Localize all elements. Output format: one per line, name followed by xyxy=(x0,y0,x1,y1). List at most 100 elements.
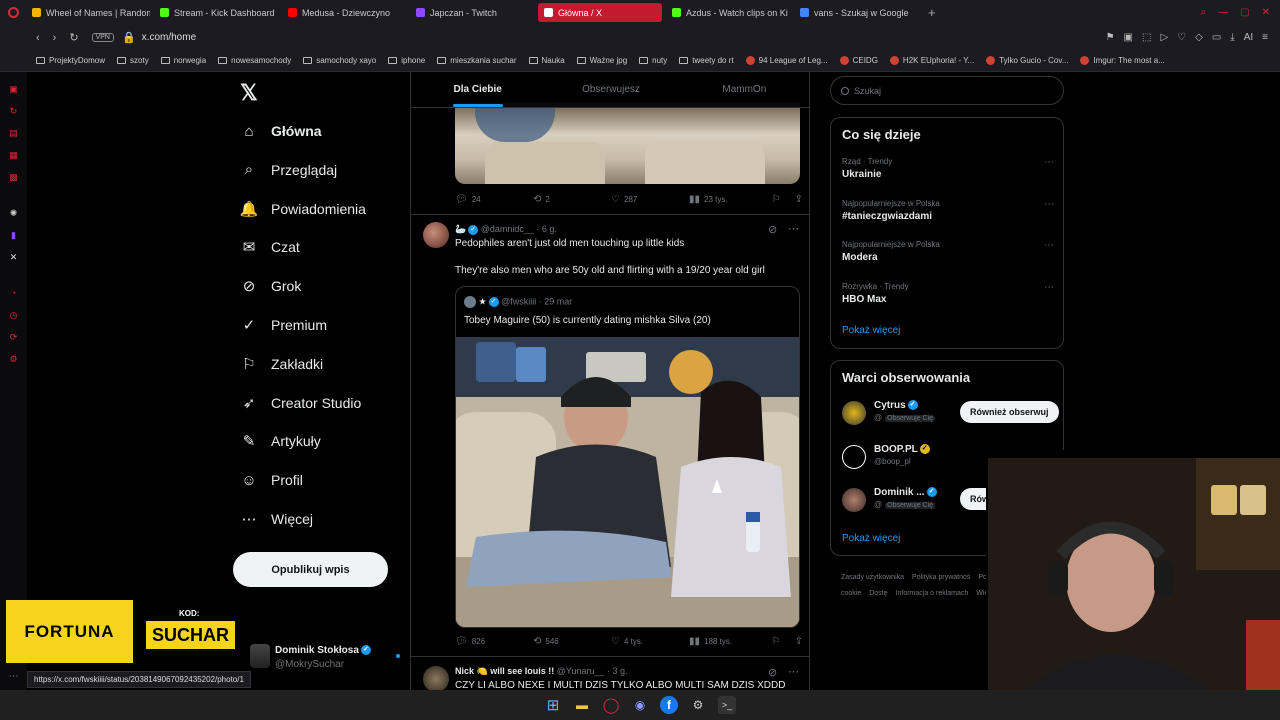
file-explorer-icon[interactable]: ▬ xyxy=(573,696,591,714)
bookmark-icon[interactable]: ⚐ xyxy=(772,636,781,647)
nav-item-profile[interactable]: ☺ Profil xyxy=(240,465,303,495)
bookmark-item[interactable]: szoty xyxy=(117,56,149,65)
avatar[interactable] xyxy=(423,222,449,248)
x-icon[interactable]: ✕ xyxy=(7,250,21,264)
trend-item[interactable]: Rozrywka · Trendy HBO Max ⋯ xyxy=(842,282,1054,305)
tab-for-you[interactable]: Dla Ciebie xyxy=(411,72,544,107)
reply-button[interactable]: 💬︎ 826 xyxy=(455,636,533,647)
nav-item-search[interactable]: ⌕ Przeglądaj xyxy=(240,155,337,185)
trend-more-icon[interactable]: ⋯ xyxy=(1044,240,1054,251)
footer-link[interactable]: Polityka prywatnoś xyxy=(912,574,970,581)
bookmark-item[interactable]: nowesamochody xyxy=(218,56,291,65)
opera-taskbar-icon[interactable]: ◯ xyxy=(602,696,620,714)
views-button[interactable]: ▮▮ 188 tys. xyxy=(689,636,767,647)
trend-item[interactable]: Rząd · Trendy Ukrainie ⋯ xyxy=(842,157,1054,180)
bookmark-item[interactable]: nuty xyxy=(639,56,667,65)
steam-icon[interactable]: ⚙ xyxy=(689,696,707,714)
wallet-icon[interactable]: ▤ xyxy=(7,126,21,140)
flow-icon[interactable]: ⟳ xyxy=(7,330,21,344)
heart-icon[interactable]: ♡ xyxy=(1177,32,1186,43)
messenger-icon[interactable]: ▣ xyxy=(7,82,21,96)
tweet-more-icon[interactable]: ⋯ xyxy=(788,665,799,678)
extensions-icon[interactable]: ⬚ xyxy=(1142,32,1151,43)
bookmark-item[interactable]: iphone xyxy=(388,56,425,65)
facebook-icon[interactable]: f xyxy=(660,696,678,714)
nav-item-mail[interactable]: ✉ Czat xyxy=(240,232,300,262)
grok-icon[interactable]: ⊘ xyxy=(768,666,777,679)
nav-item-grok[interactable]: ⊘ Grok xyxy=(240,271,302,301)
puzzle-icon[interactable]: ◇ xyxy=(1195,32,1203,43)
browser-tab[interactable]: vans - Szukaj w Google xyxy=(794,3,918,22)
bookmark-item[interactable]: Nauka xyxy=(528,56,565,65)
browser-tab[interactable]: Japczan - Twitch xyxy=(410,3,534,22)
twitch-icon[interactable]: ▮ xyxy=(7,228,21,242)
bookmark-item[interactable]: Ważne jpg xyxy=(576,56,627,65)
menu-icon[interactable]: ≡ xyxy=(1262,32,1268,43)
share-icon[interactable]: ⇪ xyxy=(795,636,803,647)
tweet-time[interactable]: · 3 g. xyxy=(607,666,628,676)
browser-tab[interactable]: Medusa - Dziewczyno xyxy=(282,3,406,22)
nav-item-premium[interactable]: ✓ Premium xyxy=(240,310,327,340)
nav-item-more[interactable]: ⋯ Więcej xyxy=(240,504,314,534)
trend-item[interactable]: Najpopularniejsze w Polska #tanieczgwiazd… xyxy=(842,199,1054,222)
sidebar-more-icon[interactable]: ⋯ xyxy=(9,671,19,682)
views-button[interactable]: ▮▮ 23 tys. xyxy=(689,194,767,205)
forward-icon[interactable]: › xyxy=(53,32,57,44)
bookmark-item[interactable]: tweety do rt xyxy=(679,56,734,65)
bookmark-icon[interactable]: ⚐ xyxy=(772,194,781,205)
tab-following[interactable]: Obserwujesz xyxy=(544,72,677,107)
bookmark-item[interactable]: ProjektyDomow xyxy=(36,56,105,65)
terminal-icon[interactable]: >_ xyxy=(718,696,736,714)
follow-suggestion[interactable]: Cytrus ✓ @ Obserwuje Cię Również obserwuj xyxy=(842,398,1059,428)
x-logo-icon[interactable]: 𝕏 xyxy=(240,80,258,106)
maximize-icon[interactable]: ▢ xyxy=(1240,7,1249,18)
opera-logo-icon[interactable] xyxy=(0,0,26,25)
search-tabs-icon[interactable]: ⌕ xyxy=(1201,7,1207,18)
bookmark-item[interactable]: Imgur: The most a... xyxy=(1080,56,1165,65)
show-more-trends-link[interactable]: Pokaż więcej xyxy=(842,325,900,336)
footer-link[interactable]: Dostę xyxy=(869,590,887,597)
like-button[interactable]: ♡ 4 tys. xyxy=(611,636,689,647)
vpn-badge[interactable]: VPN xyxy=(91,33,114,42)
windows-start-icon[interactable]: ⊞ xyxy=(544,696,562,714)
reply-button[interactable]: 💬︎ 24 xyxy=(455,194,533,205)
tweet-handle[interactable]: @damnidc__ xyxy=(481,224,534,234)
quote-photo[interactable] xyxy=(456,337,799,627)
share-icon[interactable]: ⇪ xyxy=(795,194,803,205)
nav-item-bell[interactable]: 🔔 Powiadomienia xyxy=(240,194,366,224)
bookmark-item[interactable]: Tylko Gucio - Cov... xyxy=(986,56,1068,65)
trend-item[interactable]: Najpopularniejsze w Polska Modera ⋯ xyxy=(842,240,1054,263)
bookmark-item[interactable]: mieszkania suchar xyxy=(437,56,517,65)
bookmark-item[interactable]: norwegia xyxy=(160,56,206,65)
footer-link[interactable]: Zasady użytkownika xyxy=(841,574,904,581)
tab-mammon[interactable]: MammOn xyxy=(678,72,809,107)
like-button[interactable]: ♡ 287 xyxy=(611,194,689,205)
browser-tab[interactable]: Stream - Kick Dashboard xyxy=(154,3,278,22)
trend-more-icon[interactable]: ⋯ xyxy=(1044,282,1054,293)
mail-icon[interactable]: ▩ xyxy=(7,170,21,184)
bookmark-item[interactable]: H2K EUphoria! - Y... xyxy=(889,56,974,65)
nav-item-home[interactable]: ⌂ Główna xyxy=(240,116,321,146)
account-switcher[interactable]: Dominik Stokłosa ✓ @MokrySuchar xyxy=(250,642,410,672)
timer-icon[interactable]: ◷ xyxy=(7,308,21,322)
notes-icon[interactable]: ▦ xyxy=(7,148,21,162)
show-more-follow-link[interactable]: Pokaż więcej xyxy=(842,533,900,544)
nav-item-rocket[interactable]: ➶ Creator Studio xyxy=(240,388,362,418)
footer-link[interactable]: Informacja o reklamach xyxy=(896,590,969,597)
post-button[interactable]: Opublikuj wpis xyxy=(233,552,388,587)
trend-more-icon[interactable]: ⋯ xyxy=(1044,199,1054,210)
ai-button[interactable]: AI xyxy=(1244,32,1253,43)
settings-icon[interactable]: ⚙ xyxy=(7,352,21,366)
repost-button[interactable]: ⟲ 2 xyxy=(533,194,611,205)
browser-tab[interactable]: Azdus - Watch clips on Ki xyxy=(666,3,790,22)
close-icon[interactable]: ✕ xyxy=(1262,7,1270,18)
avatar[interactable] xyxy=(423,666,449,690)
reload-icon[interactable]: ↻ xyxy=(69,31,78,44)
new-tab-button[interactable]: + xyxy=(928,5,936,20)
browser-tab[interactable]: Główna / X xyxy=(538,3,662,22)
bookmark-item[interactable]: samochody xayo xyxy=(303,56,376,65)
nav-item-article[interactable]: ✎ Artykuły xyxy=(240,426,321,456)
chatgpt-icon[interactable]: ✺ xyxy=(7,206,21,220)
bookmark-page-icon[interactable]: ⚑ xyxy=(1106,32,1115,43)
trend-more-icon[interactable]: ⋯ xyxy=(1044,157,1054,168)
